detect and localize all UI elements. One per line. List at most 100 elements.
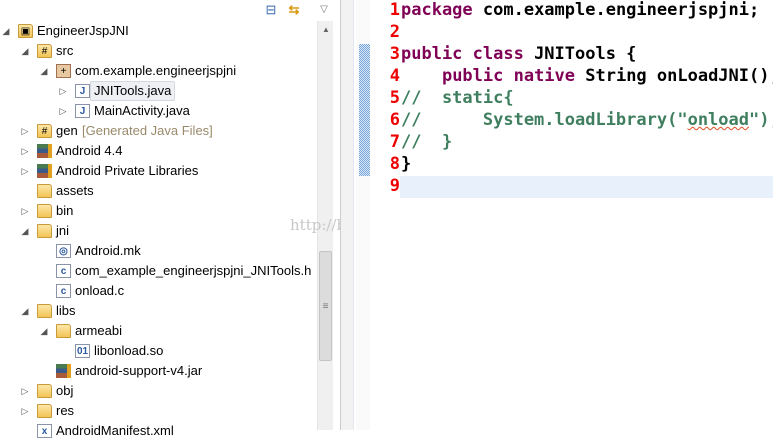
tree-item[interactable]: 01 libonload.so bbox=[0, 341, 316, 361]
tree-item-label[interactable]: JNITools.java bbox=[90, 81, 176, 101]
tree-item[interactable]: ▷ Android 4.4 bbox=[0, 141, 316, 161]
folder-icon bbox=[37, 184, 52, 198]
tree-item-label[interactable]: Android.mk bbox=[75, 241, 141, 261]
tree-item-label[interactable]: gen bbox=[56, 121, 78, 141]
tree-item[interactable]: ◎ Android.mk bbox=[0, 241, 316, 261]
line-number-gutter: 123456789 bbox=[370, 0, 400, 198]
tree-item[interactable]: ▷ # gen [Generated Java Files] bbox=[0, 121, 316, 141]
collapsed-arrow-icon[interactable]: ▷ bbox=[20, 161, 30, 181]
collapse-all-icon[interactable]: ⊟ bbox=[263, 2, 279, 18]
package-explorer: ⊟ ⇆ ▽ ◢ ▣ EngineerJspJNI ◢ # src ◢ + com.example… bbox=[0, 0, 444, 438]
collapsed-arrow-icon[interactable]: ▷ bbox=[20, 121, 30, 141]
tree-item-label[interactable]: armeabi bbox=[75, 321, 122, 341]
tree-item[interactable]: android-support-v4.jar bbox=[0, 361, 316, 381]
tree-item-label[interactable]: onload.c bbox=[75, 281, 124, 301]
tree-item[interactable]: ▷ J MainActivity.java bbox=[0, 101, 316, 121]
tree-item-label[interactable]: EngineerJspJNI bbox=[37, 21, 129, 41]
tree-item-label[interactable]: com_example_engineerjspjni_JNITools.h bbox=[75, 261, 311, 281]
expanded-arrow-icon[interactable]: ◢ bbox=[20, 41, 30, 61]
tree-item[interactable]: ◢ # src bbox=[0, 41, 316, 61]
scroll-up-icon[interactable]: ▲ bbox=[318, 25, 334, 34]
code-line[interactable]: // } bbox=[400, 132, 773, 154]
line-number: 6 bbox=[389, 110, 400, 130]
view-menu-icon[interactable]: ▽ bbox=[316, 2, 332, 18]
expanded-arrow-icon[interactable]: ◢ bbox=[39, 61, 49, 81]
tree-item-label[interactable]: Android Private Libraries bbox=[56, 161, 198, 181]
line-number: 2 bbox=[389, 22, 400, 42]
folder-icon bbox=[37, 204, 52, 218]
tree-item-label[interactable]: com.example.engineerjspjni bbox=[75, 61, 236, 81]
library-icon bbox=[37, 144, 52, 158]
code-token: package bbox=[401, 0, 473, 20]
code-line[interactable]: // System.loadLibrary("onload"); bbox=[400, 110, 773, 132]
code-token: // System.loadLibrary(" bbox=[401, 110, 688, 130]
tree-item-label[interactable]: assets bbox=[56, 181, 94, 201]
expanded-arrow-icon[interactable]: ◢ bbox=[39, 321, 49, 341]
tree-item-label[interactable]: Android 4.4 bbox=[56, 141, 123, 161]
code-line[interactable] bbox=[400, 22, 773, 44]
tree-item[interactable]: ◢ armeabi bbox=[0, 321, 316, 341]
tree-item[interactable]: x AndroidManifest.xml bbox=[0, 421, 316, 441]
tree-item-label[interactable]: MainActivity.java bbox=[94, 101, 190, 121]
tree-item-label[interactable]: bin bbox=[56, 201, 73, 221]
code-area[interactable]: package com.example.engineerjspjni; publi… bbox=[400, 0, 773, 198]
tree-item-label[interactable]: libs bbox=[56, 301, 76, 321]
code-token: // } bbox=[401, 132, 453, 152]
code-line[interactable]: package com.example.engineerjspjni; bbox=[400, 0, 773, 22]
tree-item-label[interactable]: android-support-v4.jar bbox=[75, 361, 202, 381]
tree-item[interactable]: ▷ res bbox=[0, 401, 316, 421]
tree-item-decoration: [Generated Java Files] bbox=[82, 123, 213, 138]
tree-item-label[interactable]: obj bbox=[56, 381, 73, 401]
tree-item[interactable]: ◢ jni bbox=[0, 221, 316, 241]
tree-item[interactable]: ▷ obj bbox=[0, 381, 316, 401]
tree-item-label[interactable]: AndroidManifest.xml bbox=[56, 421, 174, 441]
collapsed-arrow-icon[interactable]: ▷ bbox=[58, 101, 68, 121]
line-number: 9 bbox=[389, 176, 400, 196]
code-token: String onLoadJNI(); bbox=[575, 66, 773, 86]
collapsed-arrow-icon[interactable]: ▷ bbox=[20, 141, 30, 161]
tree-item-label[interactable]: jni bbox=[56, 221, 69, 241]
code-line[interactable]: public class JNITools { bbox=[400, 44, 773, 66]
mk-icon: ◎ bbox=[56, 244, 71, 258]
jar-icon bbox=[56, 364, 71, 378]
expanded-arrow-icon[interactable]: ◢ bbox=[1, 21, 11, 41]
tree-item-label[interactable]: src bbox=[56, 41, 73, 61]
tree-scrollbar[interactable]: ▲ ≡ bbox=[317, 21, 333, 430]
tree-item[interactable]: ▷ J JNITools.java bbox=[0, 81, 316, 101]
line-number: 1 bbox=[389, 0, 400, 20]
folder-icon bbox=[56, 324, 71, 338]
tree-item[interactable]: ◢ libs bbox=[0, 301, 316, 321]
line-number: 7 bbox=[389, 132, 400, 152]
tree-item-label[interactable]: res bbox=[56, 401, 74, 421]
tree-item-label[interactable]: libonload.so bbox=[94, 341, 163, 361]
scrollbar-thumb[interactable]: ≡ bbox=[319, 251, 332, 361]
collapsed-arrow-icon[interactable]: ▷ bbox=[20, 381, 30, 401]
code-line[interactable]: // static{ bbox=[400, 88, 773, 110]
tree-item[interactable]: assets bbox=[0, 181, 316, 201]
code-editor[interactable]: 123456789 package com.example.engineerjs… bbox=[354, 0, 773, 430]
line-number: 5 bbox=[389, 88, 400, 108]
collapsed-arrow-icon[interactable]: ▷ bbox=[20, 201, 30, 221]
expanded-arrow-icon[interactable]: ◢ bbox=[20, 301, 30, 321]
tree-item[interactable]: ◢ ▣ EngineerJspJNI bbox=[0, 21, 316, 41]
project-icon: ▣ bbox=[18, 24, 33, 38]
code-line[interactable]: } bbox=[400, 154, 773, 176]
code-line[interactable] bbox=[400, 176, 773, 198]
link-with-editor-icon[interactable]: ⇆ bbox=[286, 2, 302, 18]
tree-item[interactable]: ▷ Android Private Libraries bbox=[0, 161, 316, 181]
code-token: public class bbox=[401, 44, 524, 64]
tree-item[interactable]: ◢ + com.example.engineerjspjni bbox=[0, 61, 316, 81]
code-line[interactable]: public native String onLoadJNI(); bbox=[400, 66, 773, 88]
folder-icon bbox=[37, 224, 52, 238]
expanded-arrow-icon[interactable]: ◢ bbox=[20, 221, 30, 241]
code-token: com.example.engineerjspjni; bbox=[472, 0, 760, 20]
collapsed-arrow-icon[interactable]: ▷ bbox=[58, 81, 68, 101]
collapsed-arrow-icon[interactable]: ▷ bbox=[20, 401, 30, 421]
tree-item[interactable]: ▷ bin bbox=[0, 201, 316, 221]
tree-item[interactable]: c com_example_engineerjspjni_JNITools.h bbox=[0, 261, 316, 281]
tree-item[interactable]: c onload.c bbox=[0, 281, 316, 301]
code-token: public native bbox=[441, 66, 576, 86]
src-folder-icon: # bbox=[37, 124, 52, 138]
pane-divider[interactable] bbox=[340, 0, 354, 430]
folder-icon bbox=[37, 384, 52, 398]
